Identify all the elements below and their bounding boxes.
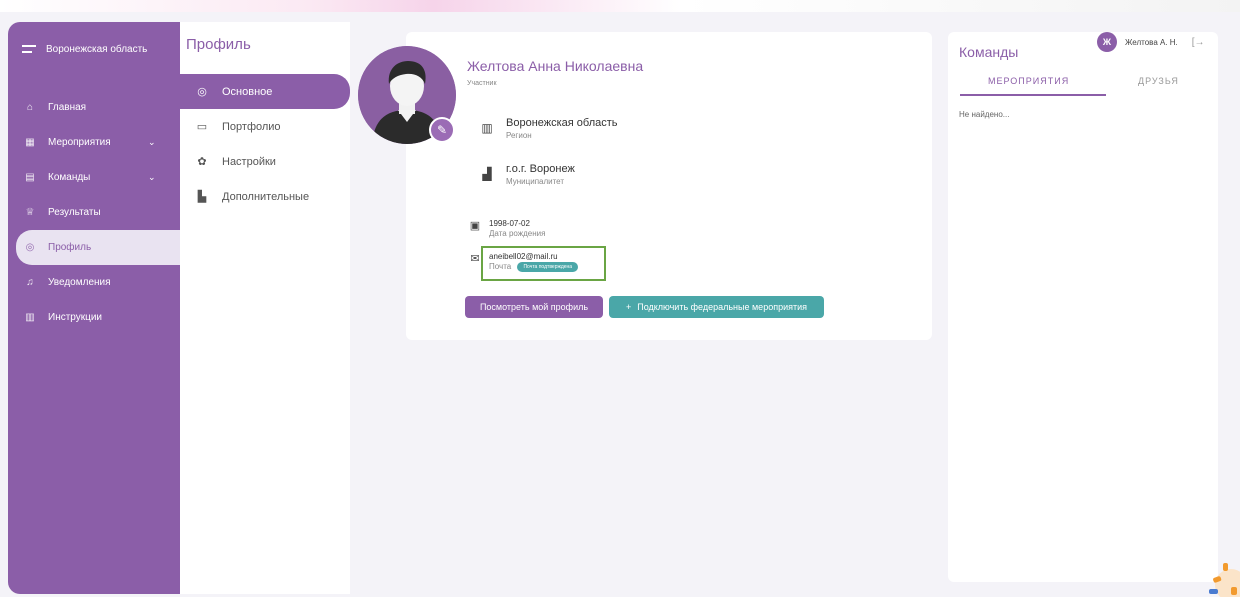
top-decoration <box>0 0 1240 12</box>
teams-panel: Команды МЕРОПРИЯТИЯ ДРУЗЬЯ Не найдено... <box>948 32 1218 582</box>
profile-role: Участник <box>467 80 497 87</box>
city-icon: ▟ <box>482 167 492 181</box>
submenu-list: ◎ Основное ▭ Портфолио ✿ Настройки ▙ Доп… <box>180 74 350 214</box>
edit-avatar-button[interactable]: ✎ <box>429 117 455 143</box>
menu-icon[interactable] <box>22 44 36 55</box>
trophy-icon: ♕ <box>25 207 35 218</box>
profile-submenu: Профиль ◎ Основное ▭ Портфолио ✿ Настрой… <box>180 22 350 594</box>
chevron-down-icon[interactable]: ⌄ <box>148 137 156 148</box>
sidebar-item-label: Результаты <box>48 207 101 218</box>
profile-card <box>406 32 932 340</box>
tab-friends[interactable]: ДРУЗЬЯ <box>1138 76 1179 86</box>
submenu-item-label: Портфолио <box>222 120 281 133</box>
team-icon: ▤ <box>25 172 35 183</box>
sidebar-nav: ⌂ Главная ▦ Мероприятия ⌄ ▤ Команды ⌄ ♕ … <box>8 90 180 335</box>
user-name[interactable]: Желтова А. Н. <box>1125 38 1178 47</box>
region-row: ▥ Воронежская область Регион <box>480 117 618 140</box>
connect-button-label: Подключить федеральные мероприятия <box>637 302 808 312</box>
plus-icon: + <box>625 302 632 312</box>
region-label: Регион <box>506 131 532 140</box>
sidebar-item-label: Главная <box>48 102 87 113</box>
user-avatar[interactable]: Ж <box>1097 32 1117 52</box>
connect-federal-events-button[interactable]: + Подключить федеральные мероприятия <box>609 296 824 318</box>
book-icon: ▥ <box>25 312 35 323</box>
active-tab-indicator <box>960 94 1106 96</box>
profile-icon: ◎ <box>197 86 207 98</box>
sidebar-item-home[interactable]: ⌂ Главная <box>8 90 180 125</box>
birth-row: ▣ 1998-07-02 Дата рождения <box>469 219 546 238</box>
region-value: Воронежская область <box>506 117 618 129</box>
sidebar-item-label: Мероприятия <box>48 137 111 148</box>
profile-icon: ◎ <box>25 242 35 253</box>
sidebar-item-events[interactable]: ▦ Мероприятия ⌄ <box>8 125 180 160</box>
folder-extra-icon: ▙ <box>197 191 207 203</box>
submenu-item-label: Настройки <box>222 155 276 168</box>
city-label: Муниципалитет <box>506 177 565 186</box>
sidebar-item-teams[interactable]: ▤ Команды ⌄ <box>8 160 180 195</box>
sidebar-item-label: Уведомления <box>48 277 111 288</box>
map-icon: ▥ <box>481 121 493 135</box>
chevron-down-icon[interactable]: ⌄ <box>148 172 156 183</box>
sidebar-item-notifications[interactable]: ♫ Уведомления <box>8 265 180 300</box>
pencil-icon: ✎ <box>436 123 448 137</box>
sidebar-item-instructions[interactable]: ▥ Инструкции <box>8 300 180 335</box>
sidebar-item-results[interactable]: ♕ Результаты <box>8 195 180 230</box>
teams-title: Команды <box>959 44 1019 60</box>
sidebar-item-label: Команды <box>48 172 91 183</box>
folder-icon: ▭ <box>196 121 208 133</box>
help-widget-icon[interactable] <box>1205 555 1240 597</box>
logout-icon[interactable]: [→ <box>1192 37 1205 48</box>
tab-events[interactable]: МЕРОПРИЯТИЯ <box>988 76 1069 86</box>
submenu-item-portfolio[interactable]: ▭ Портфолио <box>180 109 350 144</box>
profile-name: Желтова Анна Николаевна <box>467 58 644 74</box>
gear-icon: ✿ <box>197 156 207 168</box>
city-value: г.о.г. Воронеж <box>506 163 575 175</box>
submenu-item-label: Дополнительные <box>222 190 310 203</box>
submenu-title: Профиль <box>186 36 251 53</box>
email-highlight <box>481 246 606 281</box>
sidebar-item-profile[interactable]: ◎ Профиль <box>16 230 180 265</box>
city-row: ▟ г.о.г. Воронеж Муниципалитет <box>480 163 575 186</box>
user-chip[interactable]: Ж Желтова А. Н. [→ <box>1097 32 1205 52</box>
empty-message: Не найдено... <box>959 110 1010 119</box>
submenu-item-label: Основное <box>222 85 273 98</box>
birth-label: Дата рождения <box>489 229 546 238</box>
home-icon: ⌂ <box>26 102 34 113</box>
submenu-item-main[interactable]: ◎ Основное <box>180 74 350 109</box>
submenu-item-settings[interactable]: ✿ Настройки <box>180 144 350 179</box>
sidebar: Воронежская область ⌂ Главная ▦ Мероприя… <box>8 22 180 594</box>
mail-icon: ✉ <box>470 253 480 265</box>
region-title: Воронежская область <box>46 44 148 55</box>
calendar-icon: ▣ <box>469 220 481 232</box>
calendar-icon: ▦ <box>25 137 35 148</box>
sidebar-item-label: Профиль <box>48 242 92 253</box>
sidebar-item-label: Инструкции <box>48 312 103 323</box>
birth-value: 1998-07-02 <box>489 219 530 228</box>
view-profile-button[interactable]: Посмотреть мой профиль <box>465 296 603 318</box>
submenu-item-additional[interactable]: ▙ Дополнительные <box>180 179 350 214</box>
bell-icon: ♫ <box>26 277 34 288</box>
sidebar-header[interactable]: Воронежская область <box>22 44 147 55</box>
